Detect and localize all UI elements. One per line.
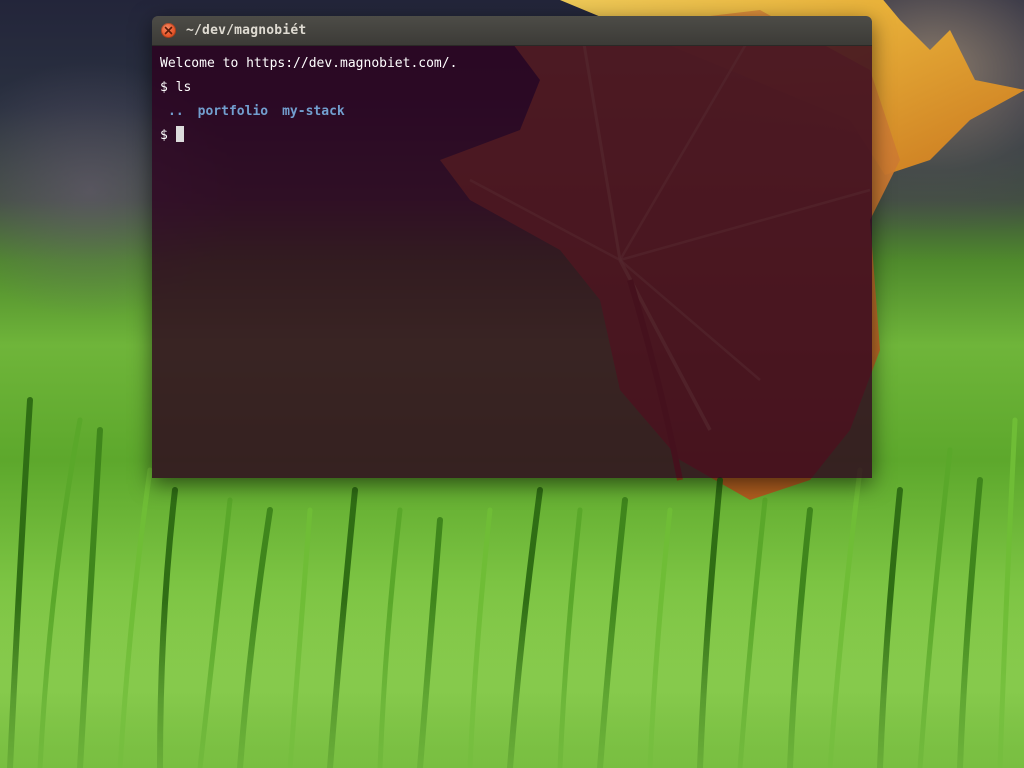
- terminal-window[interactable]: ~/dev/magnobiét Welcome to https://dev.m…: [152, 16, 872, 478]
- close-button[interactable]: [161, 23, 176, 38]
- welcome-line: Welcome to https://dev.magnobiet.com/.: [160, 56, 458, 71]
- prompt-symbol-active: $: [160, 128, 168, 143]
- input-line[interactable]: $: [160, 124, 872, 148]
- dir-entry-parent[interactable]: ..: [168, 104, 184, 119]
- close-icon: [164, 26, 173, 35]
- window-titlebar[interactable]: ~/dev/magnobiét: [152, 16, 872, 46]
- window-title: ~/dev/magnobiét: [186, 23, 307, 38]
- dir-entry-portfolio[interactable]: portfolio: [198, 104, 268, 119]
- command-text: ls: [175, 80, 192, 95]
- wallpaper-foreground-blur: [0, 600, 1024, 768]
- ls-output: .. portfolio my-stack: [160, 100, 872, 124]
- prompt-symbol: $: [160, 80, 168, 95]
- dir-entry-my-stack[interactable]: my-stack: [282, 104, 345, 119]
- text-cursor: [175, 126, 184, 142]
- terminal-output[interactable]: Welcome to https://dev.magnobiet.com/. $…: [152, 46, 872, 478]
- command-line: $ ls: [160, 76, 872, 100]
